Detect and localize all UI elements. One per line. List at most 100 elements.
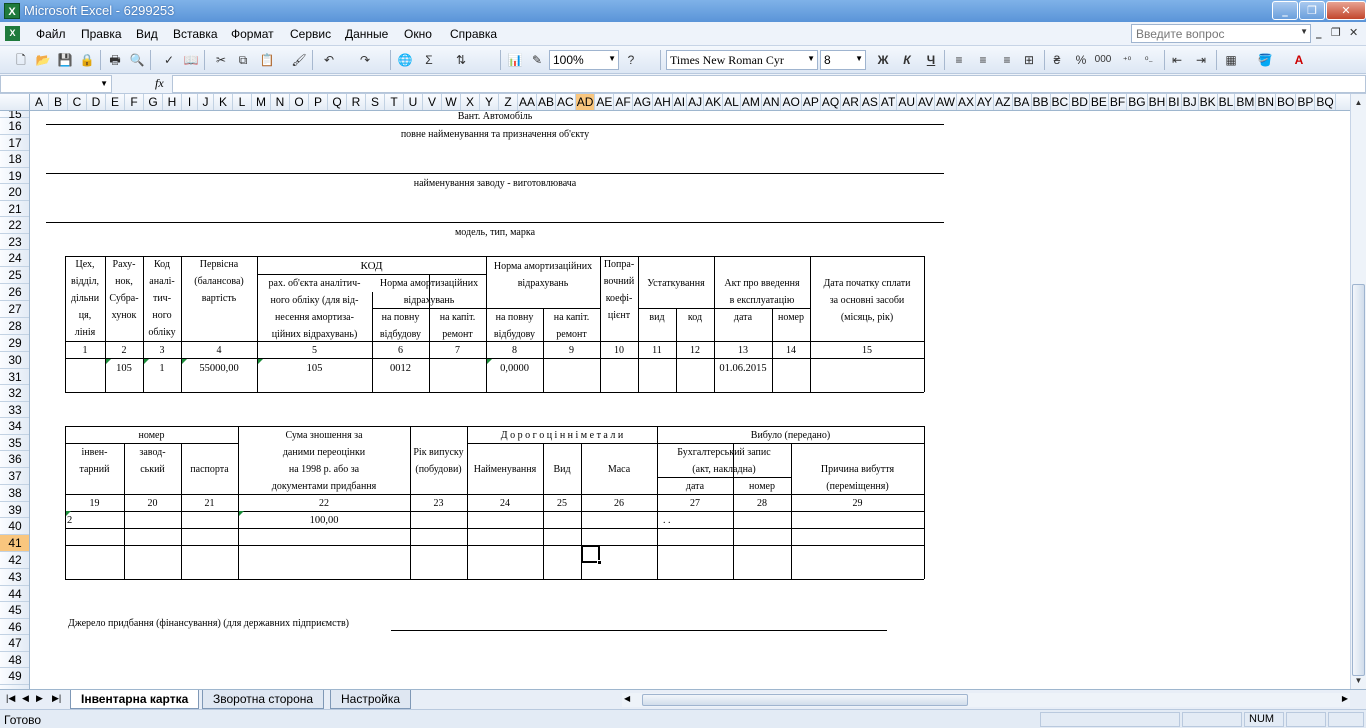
column-header-cell[interactable]: AA: [518, 94, 538, 110]
vertical-scroll-thumb[interactable]: [1352, 284, 1365, 676]
formula-input[interactable]: [172, 75, 1366, 93]
menu-insert[interactable]: Вставка: [173, 27, 218, 41]
italic-button[interactable]: К: [898, 51, 916, 69]
font-color-icon[interactable]: A: [1290, 51, 1308, 69]
worksheet-grid[interactable]: Вант. Автомобіль повне найменування та п…: [31, 111, 1350, 689]
percent-button[interactable]: %: [1072, 51, 1090, 69]
doc-restore-icon[interactable]: ❐: [1331, 26, 1341, 39]
column-header-cell[interactable]: AX: [957, 94, 977, 110]
column-header-cell[interactable]: H: [163, 94, 182, 110]
column-header-cell[interactable]: AK: [704, 94, 724, 110]
format-painter-icon[interactable]: 🖌: [290, 51, 308, 69]
row-header-cell[interactable]: 24: [0, 250, 29, 267]
autosum-icon[interactable]: Σ: [420, 51, 438, 69]
increase-decimal-icon[interactable]: ⁺⁰: [1118, 51, 1136, 69]
vertical-scrollbar[interactable]: ▲ ▼: [1350, 94, 1366, 690]
select-all-corner[interactable]: [0, 94, 30, 110]
help-icon[interactable]: ?: [622, 51, 640, 69]
column-header-cell[interactable]: AB: [537, 94, 557, 110]
chevron-down-icon[interactable]: ▼: [855, 54, 863, 63]
permission-icon[interactable]: 🔒: [78, 51, 96, 69]
column-header-cell[interactable]: BM: [1235, 94, 1257, 110]
column-header-cell[interactable]: T: [385, 94, 404, 110]
column-header-cell[interactable]: AS: [861, 94, 880, 110]
menu-window[interactable]: Окно: [404, 27, 432, 41]
undo-icon[interactable]: ↶: [320, 51, 338, 69]
column-header-cell[interactable]: D: [87, 94, 106, 110]
column-header-cell[interactable]: AT: [880, 94, 898, 110]
row-header-cell[interactable]: 36: [0, 451, 29, 468]
column-header-cell[interactable]: K: [214, 94, 233, 110]
menu-help[interactable]: Справка: [450, 27, 497, 41]
menu-edit[interactable]: Правка: [81, 27, 122, 41]
column-header-cell[interactable]: N: [271, 94, 290, 110]
column-header-cell[interactable]: V: [423, 94, 442, 110]
row-header-cell[interactable]: 44: [0, 586, 29, 602]
column-header-cell[interactable]: M: [252, 94, 271, 110]
column-header-cell[interactable]: AY: [976, 94, 995, 110]
column-header-cell[interactable]: AI: [673, 94, 688, 110]
column-header-cell[interactable]: AO: [781, 94, 802, 110]
menu-file[interactable]: Файл: [36, 27, 66, 41]
column-header-cell[interactable]: AG: [633, 94, 654, 110]
column-header-cell[interactable]: BE: [1090, 94, 1109, 110]
column-header-cell[interactable]: AN: [762, 94, 782, 110]
print-icon[interactable]: 🖶: [106, 51, 124, 69]
minimize-button[interactable]: _: [1272, 1, 1298, 20]
row-header-cell[interactable]: 15: [0, 111, 29, 120]
row-header-cell[interactable]: 41: [0, 535, 29, 552]
menu-format[interactable]: Формат: [231, 27, 274, 41]
fx-icon[interactable]: fx: [155, 76, 164, 91]
column-header-cell[interactable]: Y: [480, 94, 499, 110]
row-header-cell[interactable]: 20: [0, 184, 29, 201]
merge-center-icon[interactable]: ⊞: [1020, 51, 1038, 69]
row-header-cell[interactable]: 19: [0, 168, 29, 184]
decrease-indent-icon[interactable]: ⇤: [1168, 51, 1186, 69]
row-header-cell[interactable]: 45: [0, 602, 29, 619]
row-header-cell[interactable]: 47: [0, 635, 29, 652]
column-header-cell[interactable]: AD: [575, 94, 596, 110]
print-preview-icon[interactable]: 🔍: [128, 51, 146, 69]
column-header-cell[interactable]: Z: [499, 94, 518, 110]
column-header-cell[interactable]: E: [106, 94, 125, 110]
column-header-cell[interactable]: AH: [653, 94, 673, 110]
horizontal-scrollbar[interactable]: ◀ ▶: [622, 693, 1350, 707]
row-header-cell[interactable]: 38: [0, 485, 29, 502]
column-header-cell[interactable]: W: [442, 94, 461, 110]
column-header-cell[interactable]: BG: [1127, 94, 1148, 110]
row-header-cell[interactable]: 27: [0, 301, 29, 318]
research-icon[interactable]: 📖: [182, 51, 200, 69]
column-header-cell[interactable]: AL: [723, 94, 741, 110]
open-icon[interactable]: 📂: [34, 51, 52, 69]
row-header-cell[interactable]: 18: [0, 151, 29, 168]
row-header-cell[interactable]: 31: [0, 369, 29, 385]
scroll-down-icon[interactable]: ▼: [1352, 674, 1365, 688]
align-right-icon[interactable]: ≡: [998, 51, 1016, 69]
column-header-cell[interactable]: C: [68, 94, 87, 110]
row-header-cell[interactable]: 23: [0, 234, 29, 250]
fill-color-icon[interactable]: 🪣: [1256, 51, 1274, 69]
row-header-cell[interactable]: 17: [0, 135, 29, 151]
scroll-right-icon[interactable]: ▶: [1342, 694, 1348, 703]
row-header-cell[interactable]: 48: [0, 652, 29, 668]
row-header-cell[interactable]: 35: [0, 435, 29, 451]
column-header-cell[interactable]: BJ: [1182, 94, 1199, 110]
zoom-select[interactable]: 100% ▼: [549, 50, 619, 70]
new-icon[interactable]: 🗋: [12, 51, 30, 69]
row-header-cell[interactable]: 29: [0, 335, 29, 352]
row-header-cell[interactable]: 49: [0, 668, 29, 685]
row-header-cell[interactable]: 28: [0, 318, 29, 335]
column-header-cell[interactable]: AP: [802, 94, 821, 110]
borders-icon[interactable]: ▦: [1222, 51, 1240, 69]
ask-question-box[interactable]: Введите вопрос ▼: [1131, 24, 1311, 43]
scroll-up-icon[interactable]: ▲: [1352, 96, 1365, 110]
column-header-cell[interactable]: AV: [917, 94, 936, 110]
column-header-cell[interactable]: AQ: [821, 94, 842, 110]
column-header-cell[interactable]: F: [125, 94, 144, 110]
column-header-cell[interactable]: AW: [935, 94, 958, 110]
doc-close-icon[interactable]: ✕: [1349, 26, 1358, 39]
cut-icon[interactable]: ✂: [212, 51, 230, 69]
maximize-button[interactable]: ❐: [1299, 1, 1325, 20]
chevron-down-icon[interactable]: ▼: [608, 54, 616, 63]
row-header-cell[interactable]: 39: [0, 502, 29, 518]
